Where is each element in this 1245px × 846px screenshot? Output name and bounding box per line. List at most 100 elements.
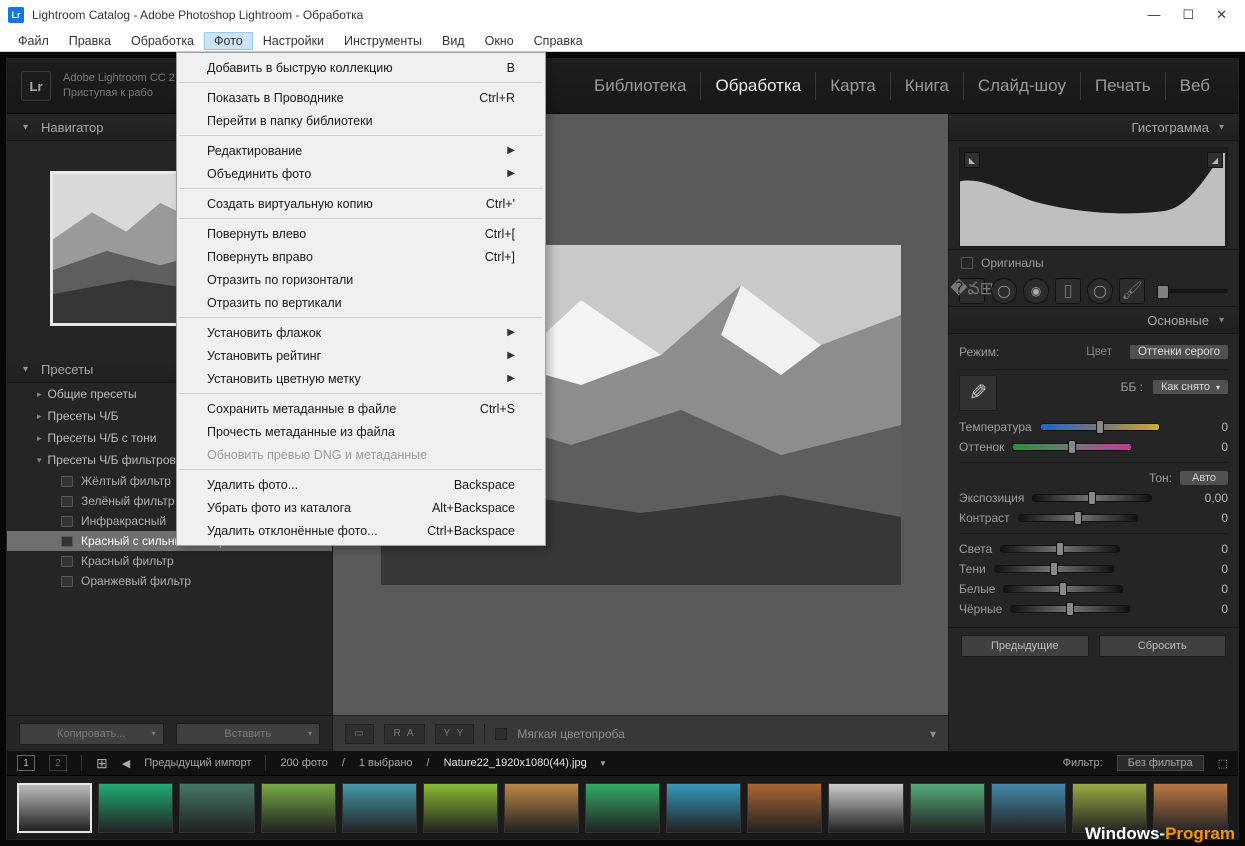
module-tab-4[interactable]: Слайд-шоу — [964, 76, 1080, 96]
filmstrip-thumb[interactable] — [585, 783, 660, 833]
back-icon[interactable]: ◀ — [122, 757, 130, 770]
menu-окно[interactable]: Окно — [475, 32, 524, 50]
preset-item[interactable]: Красный фильтр — [7, 551, 332, 571]
copy-button[interactable]: Копировать... — [19, 723, 164, 745]
highlight-clip-icon[interactable]: ◢ — [1207, 152, 1223, 168]
module-tab-5[interactable]: Печать — [1081, 76, 1165, 96]
basic-header[interactable]: Основные ▾ — [949, 307, 1238, 334]
spot-removal-tool-icon[interactable]: ◯ — [991, 278, 1017, 304]
menu-item[interactable]: Установить цветную метку▶ — [177, 367, 545, 390]
module-tab-2[interactable]: Карта — [816, 76, 890, 96]
grid-icon[interactable]: ⊞ — [96, 755, 108, 772]
filmstrip-thumb[interactable] — [179, 783, 254, 833]
auto-tone-button[interactable]: Авто — [1180, 471, 1228, 485]
filmstrip-thumb[interactable] — [747, 783, 822, 833]
histogram-header[interactable]: Гистограмма ▾ — [949, 114, 1238, 141]
menu-item[interactable]: Показать в ПроводникеCtrl+R — [177, 86, 545, 109]
menu-обработка[interactable]: Обработка — [121, 32, 204, 50]
filmstrip-thumb[interactable] — [504, 783, 579, 833]
slider-Света[interactable] — [1000, 545, 1120, 553]
tool-size-slider[interactable] — [1157, 289, 1228, 293]
treatment-grayscale[interactable]: Оттенки серого — [1130, 345, 1228, 359]
minimize-icon[interactable]: — — [1147, 7, 1160, 23]
menu-item[interactable]: Прочесть метаданные из файла — [177, 420, 545, 443]
menu-правка[interactable]: Правка — [59, 32, 121, 50]
before-after-ra-button[interactable]: R A — [384, 724, 424, 744]
filmstrip-thumb[interactable] — [261, 783, 336, 833]
center-toolbar: ▭ R A Y Y Мягкая цветопроба ▾ — [333, 715, 948, 751]
maximize-icon[interactable]: ☐ — [1182, 7, 1194, 23]
menu-item[interactable]: Перейти в папку библиотеки — [177, 109, 545, 132]
menu-item[interactable]: Создать виртуальную копиюCtrl+' — [177, 192, 545, 215]
secondary-info-bar: 1 2 ⊞ ◀ Предыдущий импорт 200 фото / 1 в… — [7, 751, 1238, 775]
slider-Температура[interactable] — [1040, 423, 1160, 431]
filmstrip-thumb[interactable] — [910, 783, 985, 833]
menu-настройки[interactable]: Настройки — [253, 32, 334, 50]
shadow-clip-icon[interactable]: ◣ — [964, 152, 980, 168]
photo-menu-dropdown: Добавить в быструю коллекциюB Показать в … — [176, 52, 546, 546]
close-icon[interactable]: ✕ — [1216, 7, 1227, 23]
filmstrip-thumb[interactable] — [991, 783, 1066, 833]
radial-filter-tool-icon[interactable]: ◯ — [1087, 278, 1113, 304]
originals-checkbox[interactable] — [961, 257, 973, 269]
slider-Контраст[interactable] — [1018, 514, 1138, 522]
menu-item[interactable]: Удалить отклонённые фото...Ctrl+Backspac… — [177, 519, 545, 542]
menu-инструменты[interactable]: Инструменты — [334, 32, 432, 50]
menu-item[interactable]: Добавить в быструю коллекциюB — [177, 56, 545, 79]
slider-Экспозиция[interactable] — [1032, 494, 1152, 502]
loupe-view-button[interactable]: ▭ — [345, 724, 374, 744]
redeye-tool-icon[interactable]: ◉ — [1023, 278, 1049, 304]
menu-item[interactable]: Объединить фото▶ — [177, 162, 545, 185]
treatment-color[interactable]: Цвет — [1078, 345, 1120, 359]
filmstrip-thumb[interactable] — [828, 783, 903, 833]
white-balance-select[interactable]: Как снято — [1153, 380, 1228, 394]
window-titlebar: Lr Lightroom Catalog - Adobe Photoshop L… — [0, 0, 1245, 30]
menu-файл[interactable]: Файл — [8, 32, 59, 50]
slider-Белые[interactable] — [1003, 585, 1123, 593]
primary-display-icon[interactable]: 1 — [17, 755, 35, 771]
menubar: ФайлПравкаОбработкаФотоНастройкиИнструме… — [0, 30, 1245, 52]
brush-tool-icon[interactable]: 🖌 — [1119, 278, 1145, 304]
filmstrip-thumb[interactable] — [17, 783, 92, 833]
menu-item[interactable]: Повернуть вправоCtrl+] — [177, 245, 545, 268]
slider-Оттенок[interactable] — [1012, 443, 1132, 451]
module-tab-6[interactable]: Веб — [1166, 76, 1224, 96]
module-tab-0[interactable]: Библиотека — [580, 76, 700, 96]
secondary-display-icon[interactable]: 2 — [49, 755, 67, 771]
grad-filter-tool-icon[interactable]: ▯ — [1055, 278, 1081, 304]
menu-item[interactable]: Сохранить метаданные в файлеCtrl+S — [177, 397, 545, 420]
filter-lock-icon[interactable]: ⬚ — [1218, 757, 1228, 770]
module-tab-1[interactable]: Обработка — [701, 76, 815, 96]
slider-Тени[interactable] — [994, 565, 1114, 573]
before-after-yy-button[interactable]: Y Y — [435, 724, 475, 744]
module-tab-3[interactable]: Книга — [891, 76, 963, 96]
filmstrip-thumb[interactable] — [423, 783, 498, 833]
menu-item[interactable]: Повернуть влевоCtrl+[ — [177, 222, 545, 245]
menu-item[interactable]: Установить флажок▶ — [177, 321, 545, 344]
filmstrip-thumb[interactable] — [666, 783, 741, 833]
crop-tool-icon[interactable]: �వ⊞ — [959, 278, 985, 304]
menu-item[interactable]: Редактирование▶ — [177, 139, 545, 162]
menu-справка[interactable]: Справка — [524, 32, 593, 50]
filmstrip-thumb[interactable] — [98, 783, 173, 833]
paste-button[interactable]: Вставить — [176, 723, 321, 745]
reset-button[interactable]: Сбросить — [1099, 635, 1227, 657]
menu-item[interactable]: Отразить по горизонтали — [177, 268, 545, 291]
menu-item[interactable]: Установить рейтинг▶ — [177, 344, 545, 367]
filmstrip-thumb[interactable] — [342, 783, 417, 833]
menu-item[interactable]: Отразить по вертикали — [177, 291, 545, 314]
preset-item[interactable]: Оранжевый фильтр — [7, 571, 332, 591]
menu-вид[interactable]: Вид — [432, 32, 475, 50]
filmstrip[interactable] — [7, 775, 1238, 839]
previous-button[interactable]: Предыдущие — [961, 635, 1089, 657]
filter-select[interactable]: Без фильтра — [1117, 755, 1204, 771]
menu-фото[interactable]: Фото — [204, 32, 253, 50]
histogram[interactable]: ◣ ◢ — [959, 147, 1228, 247]
menu-item[interactable]: Убрать фото из каталогаAlt+Backspace — [177, 496, 545, 519]
treatment-label: Режим: — [959, 345, 1068, 359]
soft-proof-checkbox[interactable] — [495, 728, 507, 740]
menu-item[interactable]: Удалить фото...Backspace — [177, 473, 545, 496]
white-balance-picker-icon[interactable]: ✎ — [959, 375, 997, 411]
slider-Чёрные[interactable] — [1010, 605, 1130, 613]
toolbar-expand-icon[interactable]: ▾ — [930, 727, 936, 741]
